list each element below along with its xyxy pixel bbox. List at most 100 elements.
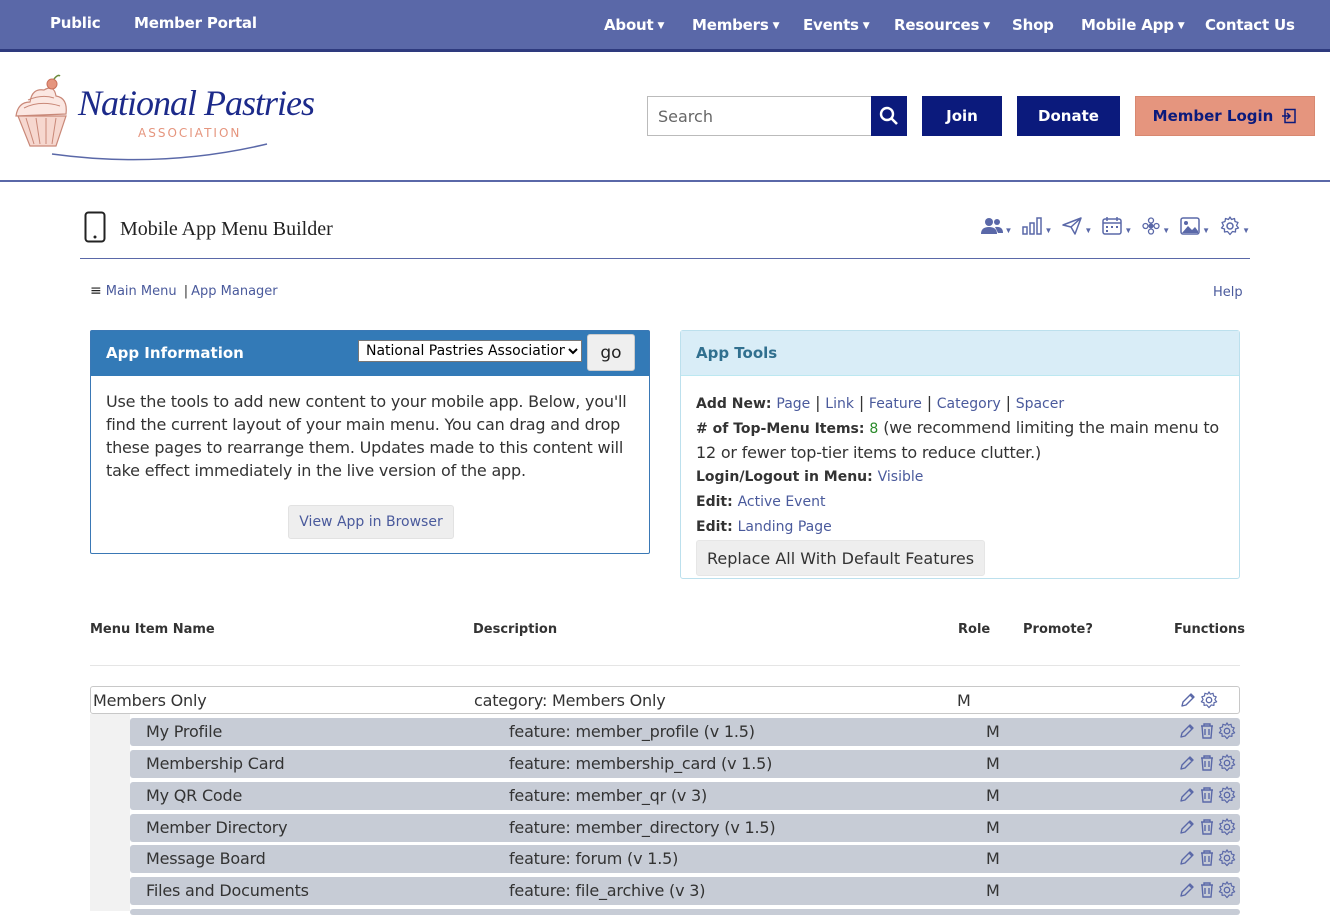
- column-header-description: Description: [473, 622, 558, 637]
- events-menu[interactable]: ▼: [1102, 212, 1132, 240]
- chevron-down-icon: ▼: [1044, 225, 1053, 235]
- users-menu[interactable]: ▼: [980, 212, 1013, 240]
- nav-mobile-app[interactable]: Mobile App ▼: [1081, 16, 1185, 34]
- add-page-link[interactable]: Page: [776, 396, 810, 412]
- gear-icon[interactable]: [1218, 786, 1236, 804]
- add-link-link[interactable]: Link: [825, 396, 854, 412]
- top-menu-items-label: # of Top-Menu Items:: [696, 421, 865, 437]
- app-select[interactable]: National Pastries Association: [358, 340, 582, 362]
- app-information-header: App Information National Pastries Associ…: [91, 331, 649, 376]
- row-name: My QR Code: [146, 786, 243, 805]
- row-description: feature: member_directory (v 1.5): [509, 818, 776, 837]
- chevron-down-icon: ▼: [1242, 225, 1250, 235]
- search-icon: [879, 106, 898, 125]
- row-role: M: [986, 722, 1000, 741]
- donate-button[interactable]: Donate: [1017, 96, 1120, 136]
- chevron-down-icon: ▼: [1004, 225, 1013, 235]
- trash-icon[interactable]: [1199, 786, 1215, 804]
- subitem-indent-zone: [90, 714, 130, 911]
- login-icon: [1282, 108, 1297, 124]
- gear-icon[interactable]: [1218, 722, 1236, 740]
- join-button[interactable]: Join: [922, 96, 1002, 136]
- gear-icon[interactable]: [1218, 881, 1236, 899]
- settings-menu[interactable]: ▼: [1220, 212, 1250, 240]
- add-feature-link[interactable]: Feature: [869, 396, 922, 412]
- pencil-icon[interactable]: [1178, 881, 1196, 899]
- add-spacer-link[interactable]: Spacer: [1016, 396, 1064, 412]
- row-role: M: [986, 786, 1000, 805]
- row-role: M: [986, 818, 1000, 837]
- features-menu[interactable]: ▼: [1142, 212, 1170, 240]
- edit-label: Edit:: [696, 519, 733, 535]
- pencil-icon[interactable]: [1178, 722, 1196, 740]
- row-description: feature: forum (v 1.5): [509, 849, 679, 868]
- help-link[interactable]: Help: [1213, 285, 1243, 300]
- nav-public[interactable]: Public: [50, 14, 101, 32]
- nav-about[interactable]: About ▼: [604, 16, 664, 34]
- edit-landing-page-row: Edit: Landing Page: [696, 514, 1224, 539]
- breadcrumb-main-menu[interactable]: Main Menu: [106, 284, 177, 299]
- pencil-icon[interactable]: [1178, 818, 1196, 836]
- trash-icon[interactable]: [1199, 818, 1215, 836]
- pencil-icon[interactable]: [1178, 849, 1196, 867]
- login-logout-visible-link[interactable]: Visible: [878, 469, 924, 485]
- reports-menu[interactable]: ▼: [1022, 212, 1052, 240]
- add-new-label: Add New:: [696, 396, 772, 412]
- chevron-down-icon: ▼: [657, 21, 665, 31]
- table-row[interactable]: My QR Code feature: member_qr (v 3) M: [130, 782, 1240, 810]
- site-logo[interactable]: National Pastries ASSOCIATION: [12, 74, 315, 164]
- gear-icon: [1220, 216, 1240, 236]
- nav-shop[interactable]: Shop: [1012, 16, 1054, 34]
- search-input[interactable]: [647, 96, 871, 136]
- login-logout-label: Login/Logout in Menu:: [696, 469, 873, 485]
- table-row[interactable]: Member Directory feature: member_directo…: [130, 814, 1240, 842]
- category-row[interactable]: Members Only category: Members Only M: [90, 686, 1240, 714]
- table-row[interactable]: Files and Documents feature: file_archiv…: [130, 877, 1240, 905]
- gear-icon[interactable]: [1218, 754, 1236, 772]
- breadcrumb-app-manager[interactable]: App Manager: [191, 284, 278, 299]
- users-icon: [980, 218, 1003, 234]
- chevron-down-icon: ▼: [1124, 225, 1133, 235]
- pencil-icon[interactable]: [1178, 786, 1196, 804]
- trash-icon[interactable]: [1199, 849, 1215, 867]
- page-title: Mobile App Menu Builder: [120, 218, 333, 240]
- chevron-down-icon: ▼: [772, 21, 780, 31]
- media-menu[interactable]: ▼: [1180, 212, 1210, 240]
- pencil-icon[interactable]: [1178, 754, 1196, 772]
- nav-members[interactable]: Members ▼: [692, 16, 780, 34]
- trash-icon[interactable]: [1199, 722, 1215, 740]
- search-button[interactable]: [871, 96, 907, 136]
- nav-about-label: About: [604, 16, 654, 34]
- messaging-menu[interactable]: ▼: [1062, 212, 1092, 240]
- logo-wordmark: National Pastries: [78, 83, 315, 123]
- flower-icon: [1142, 217, 1160, 235]
- gear-icon[interactable]: [1200, 691, 1218, 709]
- edit-active-event-link[interactable]: Active Event: [738, 494, 826, 510]
- go-button[interactable]: go: [587, 334, 635, 371]
- trash-icon[interactable]: [1199, 881, 1215, 899]
- nav-events[interactable]: Events ▼: [803, 16, 870, 34]
- nav-resources[interactable]: Resources ▼: [894, 16, 990, 34]
- gear-icon[interactable]: [1218, 818, 1236, 836]
- edit-landing-page-link[interactable]: Landing Page: [738, 519, 832, 535]
- nav-contact-us[interactable]: Contact Us: [1205, 16, 1295, 34]
- nav-events-label: Events: [803, 16, 859, 34]
- table-row[interactable]: Message Board feature: forum (v 1.5) M: [130, 845, 1240, 873]
- row-role: M: [986, 849, 1000, 868]
- pencil-icon[interactable]: [1179, 691, 1197, 709]
- edit-active-event-row: Edit: Active Event: [696, 489, 1224, 514]
- nav-member-portal[interactable]: Member Portal: [134, 14, 257, 32]
- hamburger-menu-icon[interactable]: ≡: [90, 283, 102, 299]
- add-category-link[interactable]: Category: [937, 396, 1001, 412]
- trash-icon[interactable]: [1199, 754, 1215, 772]
- view-app-in-browser-button[interactable]: View App in Browser: [288, 505, 454, 539]
- member-login-button[interactable]: Member Login: [1135, 96, 1315, 136]
- edit-label: Edit:: [696, 494, 733, 510]
- row-name: My Profile: [146, 722, 223, 741]
- table-row[interactable]: Membership Card feature: membership_card…: [130, 750, 1240, 778]
- image-icon: [1180, 217, 1200, 235]
- table-row[interactable]: My Profile feature: member_profile (v 1.…: [130, 718, 1240, 746]
- row-description: feature: member_profile (v 1.5): [509, 722, 755, 741]
- gear-icon[interactable]: [1218, 849, 1236, 867]
- replace-all-defaults-button[interactable]: Replace All With Default Features: [696, 540, 985, 576]
